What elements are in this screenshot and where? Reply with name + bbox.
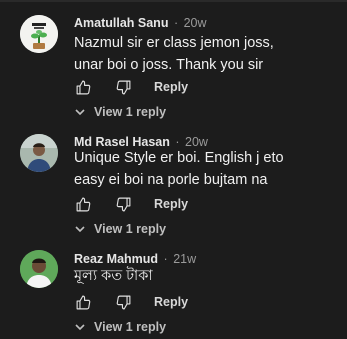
reply-button[interactable]: Reply <box>154 192 188 216</box>
comment-text-line: মূল্য কত টাকা <box>74 268 153 284</box>
comment-text: Nazmul sir er class jemon joss, unar boi… <box>74 32 339 76</box>
avatar[interactable] <box>20 134 58 172</box>
comment-actions: Reply <box>74 75 188 99</box>
comments-panel: Amatullah Sanu · 20w Nazmul sir er class… <box>0 0 347 339</box>
separator: · <box>163 252 168 266</box>
comment-text: মূল্য কত টাকা <box>74 265 339 287</box>
view-replies-label: View 1 reply <box>94 105 167 119</box>
thumbs-up-icon[interactable] <box>74 78 92 96</box>
timestamp[interactable]: 20w <box>184 16 207 30</box>
divider <box>0 0 347 2</box>
avatar[interactable] <box>20 15 58 53</box>
view-replies-button[interactable]: View 1 reply <box>74 102 166 122</box>
comment-meta: Amatullah Sanu · 20w <box>74 15 207 31</box>
comment-actions: Reply <box>74 290 188 314</box>
comment-text: Unique Style er boi. English j eto easy … <box>74 147 339 191</box>
chevron-down-icon <box>75 109 85 116</box>
person-avatar-icon <box>20 250 58 288</box>
comment-text-line: Nazmul sir er class jemon joss, <box>74 35 274 51</box>
thumbs-down-icon[interactable] <box>114 78 132 96</box>
view-replies-label: View 1 reply <box>94 222 167 236</box>
chevron-down-icon <box>75 324 85 331</box>
comment-text-line: unar boi o joss. Thank you sir <box>74 57 264 73</box>
person-avatar-icon <box>20 134 58 172</box>
view-replies-button[interactable]: View 1 reply <box>74 317 166 337</box>
reply-button[interactable]: Reply <box>154 75 188 99</box>
thumbs-down-icon[interactable] <box>114 293 132 311</box>
timestamp[interactable]: 21w <box>173 252 196 266</box>
plant-avatar-icon <box>20 15 58 53</box>
reply-button[interactable]: Reply <box>154 290 188 314</box>
thumbs-down-icon[interactable] <box>114 195 132 213</box>
thumbs-up-icon[interactable] <box>74 293 92 311</box>
comment-actions: Reply <box>74 192 188 216</box>
comment-text-line: easy ei boi na porle bujtam na <box>74 172 268 188</box>
view-replies-button[interactable]: View 1 reply <box>74 219 166 239</box>
chevron-down-icon <box>75 226 85 233</box>
avatar[interactable] <box>20 250 58 288</box>
thumbs-up-icon[interactable] <box>74 195 92 213</box>
comment-text-line: Unique Style er boi. English j eto <box>74 150 284 166</box>
author-name[interactable]: Reaz Mahmud <box>74 252 158 266</box>
separator: · <box>173 16 179 30</box>
view-replies-label: View 1 reply <box>94 320 167 334</box>
author-name[interactable]: Amatullah Sanu <box>74 16 168 30</box>
